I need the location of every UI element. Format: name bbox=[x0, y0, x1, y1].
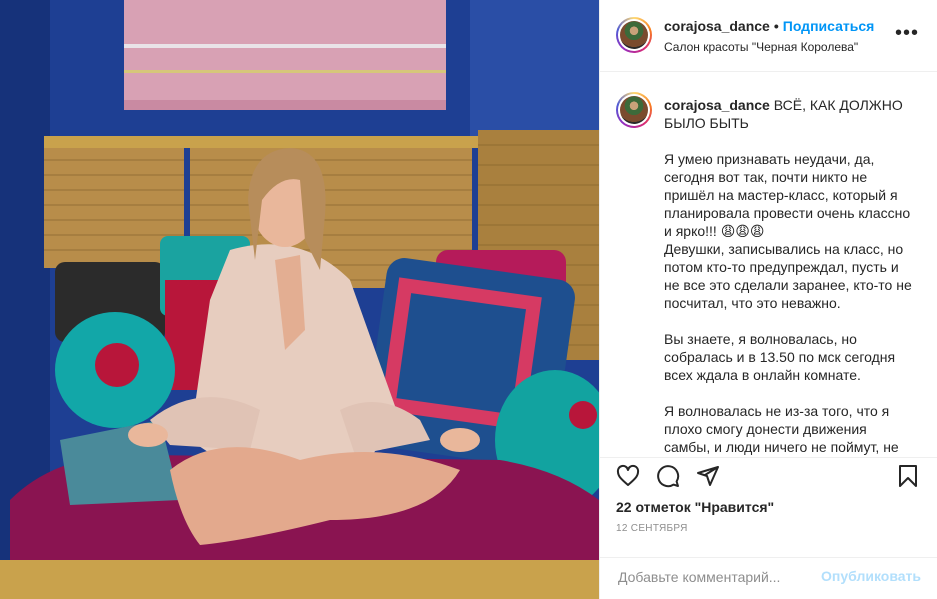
caption-username[interactable]: corajosa_dance bbox=[664, 97, 770, 113]
share-icon[interactable] bbox=[696, 464, 720, 488]
post-date[interactable]: 12 сентября bbox=[616, 523, 688, 534]
post-side-panel: corajosa_dance • Подписаться Салон красоты… bbox=[599, 0, 937, 599]
avatar-image bbox=[620, 96, 648, 124]
author-line: corajosa_dance • Подписаться bbox=[664, 18, 874, 34]
location-link[interactable]: Салон красоты "Черная Королева" bbox=[664, 40, 858, 54]
caption-body: Я умею признавать неудачи, да, сегодня в… bbox=[664, 151, 912, 455]
avatar-image bbox=[620, 21, 648, 49]
post-comment-button[interactable]: Опубликовать bbox=[821, 568, 921, 584]
post-modal: corajosa_dance • Подписаться Салон красоты… bbox=[0, 0, 937, 599]
bookmark-icon[interactable] bbox=[896, 464, 920, 488]
separator-dot: • bbox=[773, 18, 779, 34]
action-icons-bar bbox=[616, 464, 922, 494]
heart-icon[interactable] bbox=[616, 464, 640, 488]
caption-avatar[interactable] bbox=[616, 92, 652, 128]
caption-text: corajosa_dance ВСЁ, КАК ДОЛЖНО БЫЛО БЫТЬ… bbox=[664, 96, 914, 456]
post-photo[interactable] bbox=[0, 0, 599, 599]
follow-button[interactable]: Подписаться bbox=[783, 18, 875, 34]
likes-count[interactable]: 22 отметок "Нравится" bbox=[616, 499, 774, 515]
author-avatar[interactable] bbox=[616, 17, 652, 53]
comment-icon[interactable] bbox=[656, 464, 680, 488]
comment-box: Опубликовать bbox=[600, 557, 937, 599]
post-header: corajosa_dance • Подписаться Салон красоты… bbox=[600, 0, 937, 72]
comment-input[interactable] bbox=[616, 568, 820, 586]
post-actions: 22 отметок "Нравится" 12 сентября Опубли… bbox=[600, 457, 937, 598]
author-username[interactable]: corajosa_dance bbox=[664, 18, 770, 34]
more-options-icon[interactable]: ••• bbox=[895, 23, 919, 43]
post-photo-image bbox=[0, 0, 599, 599]
post-caption: corajosa_dance ВСЁ, КАК ДОЛЖНО БЫЛО БЫТЬ… bbox=[600, 72, 937, 457]
